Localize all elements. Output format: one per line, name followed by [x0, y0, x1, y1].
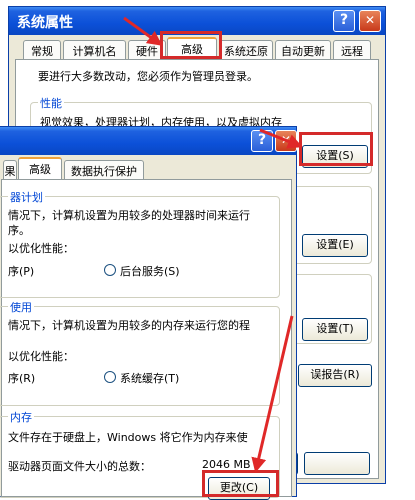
arrow-to-change-button — [251, 315, 294, 473]
annotation-arrows — [123, 16, 303, 473]
arrow-to-settings-button — [259, 128, 303, 149]
arrow-to-advanced-tab — [123, 16, 163, 46]
